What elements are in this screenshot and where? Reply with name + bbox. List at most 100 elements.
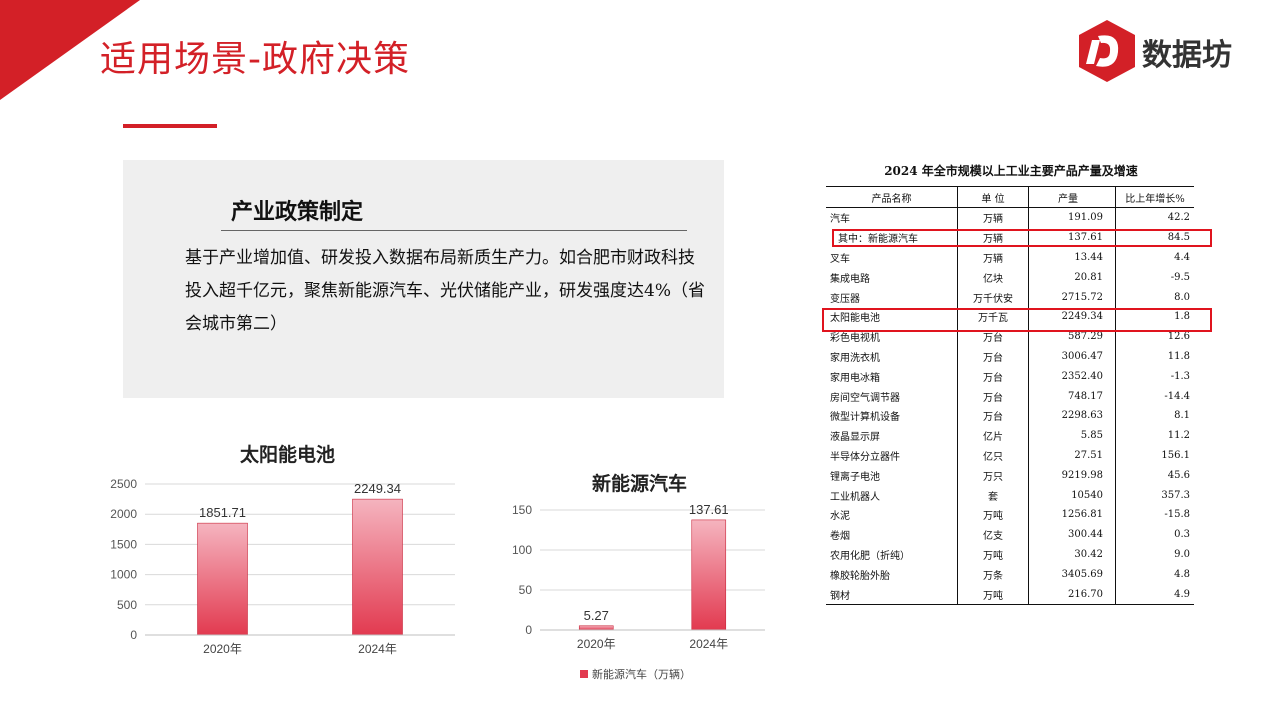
cell-unit: 万千伏安 [957, 287, 1029, 307]
cell-unit: 万吨 [957, 504, 1029, 525]
cell-growth: 156.1 [1161, 449, 1190, 461]
cell-output: 1256.81 [1028, 504, 1116, 525]
y-tick-label: 150 [512, 503, 532, 517]
cell-unit: 万台 [957, 386, 1029, 406]
cell-output: 20.81 [1028, 267, 1116, 288]
col-header-unit: 单 位 [957, 186, 1029, 208]
cell-unit: 亿支 [957, 524, 1029, 545]
cell-unit: 万条 [957, 564, 1029, 585]
table-row: 家用洗衣机 万台 3006.47 11.8 [826, 346, 1194, 367]
cell-unit: 万辆 [957, 247, 1029, 268]
y-tick-label: 2000 [110, 507, 137, 521]
bar [197, 522, 248, 636]
logo-text: 数据坊 [1142, 38, 1232, 73]
cell-growth: 8.1 [1174, 410, 1190, 422]
table-row: 卷烟 亿支 300.44 0.3 [826, 524, 1194, 545]
slide-title: 适用场景-政府决策 [100, 39, 410, 80]
cell-name: 橡胶轮胎外胎 [830, 570, 890, 582]
y-tick-label: 100 [512, 543, 532, 557]
y-tick-label: 0 [130, 628, 137, 642]
product-output-table: 产品名称 单 位 产量 比上年增长% 汽车 万辆 191.09 42.2 其中：新能源汽… [826, 186, 1194, 605]
table-row: 微型计算机设备 万台 2298.63 8.1 [826, 405, 1194, 426]
cell-output: 3405.69 [1028, 564, 1116, 585]
title-underline [123, 124, 217, 128]
y-tick-label: 2500 [110, 477, 137, 491]
col-header-output: 产量 [1028, 186, 1116, 208]
cell-growth: 8.0 [1174, 291, 1190, 303]
table-row: 锂离子电池 万只 9219.98 45.6 [826, 465, 1194, 486]
cell-output: 5.85 [1028, 425, 1116, 446]
bar [352, 498, 403, 636]
cell-growth: -1.3 [1170, 370, 1190, 382]
cell-name: 汽车 [830, 214, 850, 226]
cell-growth: 45.6 [1167, 469, 1190, 481]
cell-output: 300.44 [1028, 524, 1116, 545]
bar [691, 519, 727, 631]
x-tick-label: 2024年 [358, 642, 397, 656]
cell-output: 216.70 [1028, 584, 1116, 605]
col-header-name: 产品名称 [826, 186, 958, 208]
cell-unit: 万台 [957, 346, 1029, 367]
logo-mark-icon [1079, 20, 1135, 82]
cell-growth: 4.8 [1174, 568, 1190, 580]
cell-name: 半导体分立器件 [830, 451, 900, 463]
y-tick-label: 1500 [110, 537, 137, 551]
cell-name: 农用化肥（折纯） [830, 550, 910, 562]
cell-unit: 万台 [957, 366, 1029, 387]
cell-name: 微型计算机设备 [830, 412, 900, 424]
y-tick-label: 500 [117, 598, 137, 612]
cell-name: 叉车 [830, 253, 850, 265]
cell-output: 10540 [1028, 485, 1116, 505]
y-tick-label: 50 [519, 583, 533, 597]
table-row: 橡胶轮胎外胎 万条 3405.69 4.8 [826, 564, 1194, 585]
cell-name: 卷烟 [830, 531, 850, 543]
x-tick-label: 2020年 [577, 637, 616, 651]
cell-name: 家用洗衣机 [830, 352, 880, 364]
table-row: 集成电路 亿块 20.81 -9.5 [826, 267, 1194, 288]
legend-swatch [580, 670, 588, 678]
cell-unit: 万台 [957, 405, 1029, 426]
col-header-growth: 比上年增长% [1115, 186, 1194, 208]
cell-output: 30.42 [1028, 544, 1116, 565]
cell-growth: 0.3 [1174, 529, 1190, 541]
bar [578, 625, 614, 631]
cell-unit: 亿片 [957, 425, 1029, 446]
data-label: 5.27 [584, 608, 609, 623]
solar-bar-chart: 0 500 1000 1500 2000 2500 1851.71 2020年 2249.34 2… [110, 477, 455, 656]
cell-name: 钢材 [826, 584, 958, 605]
policy-panel: 产业政策制定 基于产业增加值、研发投入数据布局新质生产力。如合肥市财政科技投入超… [123, 160, 724, 398]
y-tick-label: 0 [525, 623, 532, 637]
cell-growth: 11.8 [1167, 350, 1190, 362]
cell-growth: 42.2 [1167, 212, 1190, 224]
cell-growth: 4.9 [1115, 584, 1194, 605]
x-tick-label: 2020年 [203, 642, 242, 656]
cell-output: 3006.47 [1028, 346, 1116, 367]
table-row: 家用电冰箱 万台 2352.40 -1.3 [826, 366, 1194, 387]
cell-growth: -14.4 [1164, 390, 1190, 402]
table-row: 农用化肥（折纯） 万吨 30.42 9.0 [826, 544, 1194, 565]
panel-heading: 产业政策制定 [231, 200, 364, 225]
cell-name: 房间空气调节器 [830, 392, 900, 404]
cell-unit: 亿只 [957, 445, 1029, 466]
cell-output: 191.09 [1028, 207, 1116, 228]
table-row: 液晶显示屏 亿片 5.85 11.2 [826, 425, 1194, 446]
table-row: 汽车 万辆 191.09 42.2 [826, 207, 1194, 228]
cell-output: 13.44 [1028, 247, 1116, 268]
data-label: 2249.34 [354, 481, 401, 496]
cell-output: 9219.98 [1028, 465, 1116, 486]
highlight-solar-row [822, 308, 1212, 332]
chart-title-solar: 太阳能电池 [240, 444, 336, 466]
cell-unit: 万吨 [957, 544, 1029, 565]
product-output-table-panel: 2024 年全市规模以上工业主要产品产量及增速 产品名称 单 位 产量 比上年增… [822, 158, 1212, 608]
panel-divider [221, 230, 687, 231]
highlight-nev-row [832, 229, 1212, 247]
panel-body-text: 基于产业增加值、研发投入数据布局新质生产力。如合肥市财政科技投入超千亿元，聚焦新… [185, 248, 705, 334]
cell-unit: 万辆 [957, 207, 1029, 228]
data-label: 1851.71 [199, 505, 246, 520]
data-label: 137.61 [689, 502, 729, 517]
legend-label: 新能源汽车（万辆） [592, 667, 691, 681]
cell-name: 水泥 [830, 511, 850, 523]
nev-bar-chart: 0 50 100 150 5.27 2020年 137.61 2024年新能源汽车（万辆） [512, 502, 765, 681]
cell-unit: 套 [957, 485, 1029, 505]
cell-output: 2298.63 [1028, 405, 1116, 426]
